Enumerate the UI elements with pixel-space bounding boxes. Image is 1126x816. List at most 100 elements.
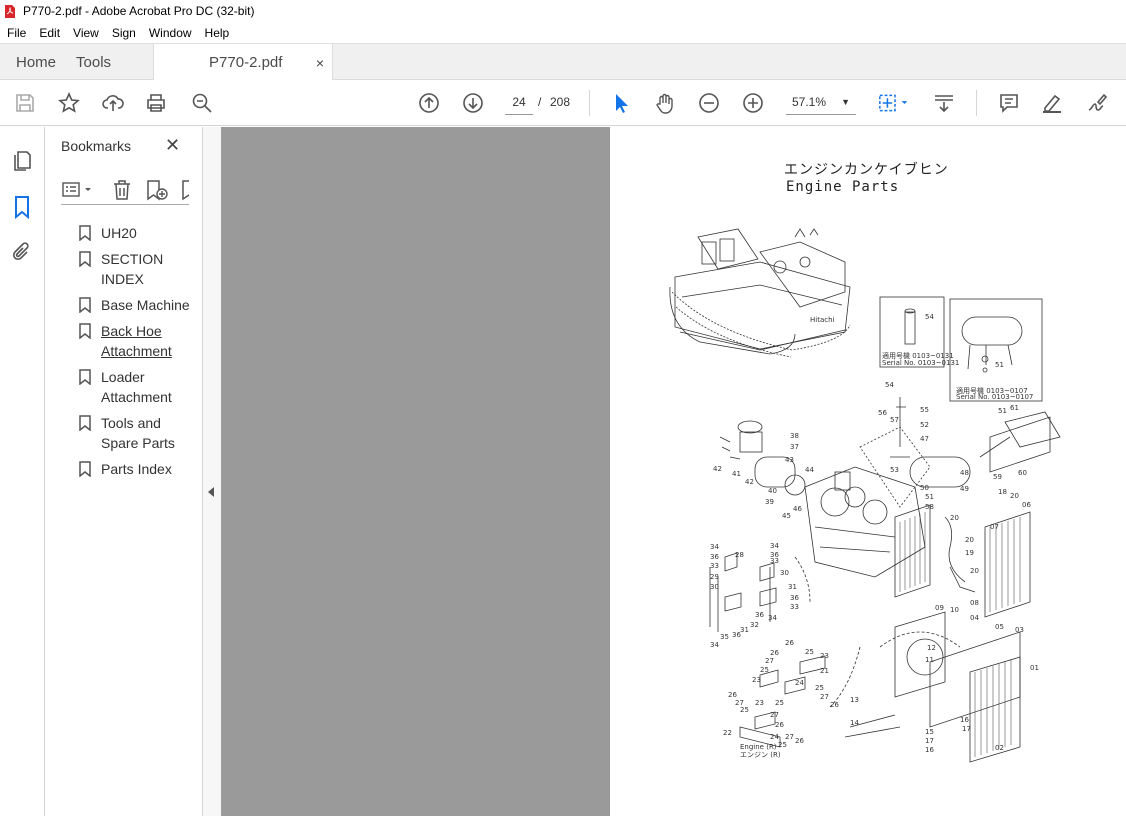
- svg-text:31: 31: [740, 626, 749, 634]
- tab-home[interactable]: Home: [0, 44, 72, 80]
- delete-bookmark-icon[interactable]: [111, 179, 133, 206]
- svg-text:61: 61: [1010, 404, 1019, 412]
- sign-icon[interactable]: [1085, 91, 1109, 115]
- svg-text:17: 17: [925, 737, 934, 745]
- svg-text:13: 13: [850, 696, 859, 704]
- svg-text:27: 27: [770, 711, 779, 719]
- svg-text:04: 04: [970, 614, 979, 622]
- svg-text:39: 39: [765, 498, 774, 506]
- svg-text:33: 33: [790, 603, 799, 611]
- svg-text:48: 48: [960, 469, 969, 477]
- machine-overview-drawing: Hitachi: [669, 228, 851, 358]
- svg-text:14: 14: [850, 719, 859, 727]
- highlight-icon[interactable]: [1040, 91, 1064, 115]
- bookmark-icon: [79, 297, 91, 314]
- select-cursor-icon[interactable]: [609, 91, 633, 115]
- svg-text:33: 33: [770, 557, 779, 565]
- fit-page-icon[interactable]: [876, 91, 914, 115]
- bookmark-label: Base Machine: [101, 297, 190, 313]
- menu-help[interactable]: Help: [198, 26, 236, 40]
- svg-text:33: 33: [710, 562, 719, 570]
- svg-text:26: 26: [795, 737, 804, 745]
- title-bar: P770-2.pdf - Adobe Acrobat Pro DC (32-bi…: [0, 0, 1126, 22]
- upload-icon[interactable]: [101, 91, 125, 115]
- svg-text:51: 51: [995, 361, 1004, 369]
- bookmark-item[interactable]: SECTION INDEX: [77, 249, 202, 289]
- save-icon[interactable]: [13, 91, 37, 115]
- bookmark-item[interactable]: Tools and Spare Parts: [77, 413, 202, 453]
- svg-text:02: 02: [995, 744, 1004, 752]
- menu-window[interactable]: Window: [142, 26, 198, 40]
- svg-text:01: 01: [1030, 664, 1039, 672]
- svg-text:25: 25: [740, 706, 749, 714]
- svg-text:19: 19: [965, 549, 974, 557]
- svg-text:10: 10: [950, 606, 959, 614]
- collapse-panel-icon[interactable]: [208, 487, 214, 497]
- prev-page-icon[interactable]: [417, 91, 441, 115]
- bookmark-item[interactable]: Loader Attachment: [77, 367, 202, 407]
- zoom-level-select[interactable]: 57.1% ▼: [786, 90, 856, 115]
- comment-icon[interactable]: [997, 91, 1021, 115]
- bookmark-label: Parts Index: [101, 461, 172, 477]
- svg-text:36: 36: [732, 631, 741, 639]
- bookmark-item[interactable]: UH20: [77, 223, 202, 243]
- star-icon[interactable]: [57, 91, 81, 115]
- svg-text:26: 26: [785, 639, 794, 647]
- svg-text:38: 38: [790, 432, 799, 440]
- toolbar-divider: [976, 90, 977, 116]
- svg-text:31: 31: [788, 583, 797, 591]
- page-number-input[interactable]: 24: [505, 90, 533, 115]
- svg-text:41: 41: [732, 470, 741, 478]
- svg-text:11: 11: [925, 656, 934, 664]
- close-panel-icon[interactable]: ✕: [165, 135, 180, 156]
- svg-text:51: 51: [998, 407, 1007, 415]
- svg-text:34: 34: [710, 641, 719, 649]
- expand-bookmark-icon[interactable]: [181, 179, 189, 206]
- menu-bar: File Edit View Sign Window Help: [0, 22, 1126, 43]
- svg-text:59: 59: [993, 473, 1002, 481]
- svg-text:25: 25: [775, 699, 784, 707]
- svg-text:20: 20: [950, 514, 959, 522]
- menu-view[interactable]: View: [66, 26, 105, 40]
- zoom-search-icon[interactable]: [190, 91, 214, 115]
- zoom-out-icon[interactable]: [697, 91, 721, 115]
- attachments-icon[interactable]: [10, 241, 34, 265]
- svg-text:27: 27: [785, 733, 794, 741]
- bookmark-label: SECTION INDEX: [101, 251, 164, 287]
- bookmarks-title: Bookmarks: [61, 138, 132, 154]
- bookmark-label: UH20: [101, 225, 137, 241]
- menu-sign[interactable]: Sign: [105, 26, 142, 40]
- bookmark-item[interactable]: Parts Index: [77, 459, 202, 479]
- svg-text:55: 55: [920, 406, 929, 414]
- document-viewport[interactable]: エンジンカンケイブヒン Engine Parts Hitachi 54 適用号機…: [221, 127, 1126, 816]
- svg-text:23: 23: [755, 699, 764, 707]
- bookmark-item[interactable]: Base Machine: [77, 295, 202, 315]
- close-tab-icon[interactable]: ×: [316, 55, 324, 71]
- bookmark-item[interactable]: Back Hoe Attachment: [77, 321, 202, 361]
- menu-edit[interactable]: Edit: [32, 26, 66, 40]
- print-icon[interactable]: [144, 91, 168, 115]
- new-bookmark-icon[interactable]: [145, 179, 171, 206]
- scroll-mode-icon[interactable]: [932, 91, 956, 115]
- hand-icon[interactable]: [653, 91, 677, 115]
- menu-file[interactable]: File: [0, 26, 32, 40]
- zoom-level-value: 57.1%: [792, 95, 827, 109]
- svg-text:46: 46: [793, 505, 802, 513]
- tab-document[interactable]: P770-2.pdf ×: [153, 44, 334, 81]
- svg-text:28: 28: [735, 551, 744, 559]
- page-thumbnails-icon[interactable]: [10, 149, 34, 173]
- bookmarks-toolbar: [61, 177, 189, 205]
- tab-tools[interactable]: Tools: [72, 44, 127, 80]
- next-page-icon[interactable]: [461, 91, 485, 115]
- svg-text:09: 09: [935, 604, 944, 612]
- svg-text:05: 05: [995, 623, 1004, 631]
- svg-text:40: 40: [768, 487, 777, 495]
- panel-splitter[interactable]: [202, 127, 221, 816]
- svg-text:27: 27: [765, 657, 774, 665]
- bookmark-options-icon[interactable]: [61, 179, 97, 206]
- svg-text:03: 03: [1015, 626, 1024, 634]
- svg-text:50: 50: [920, 484, 929, 492]
- zoom-in-icon[interactable]: [741, 91, 765, 115]
- bookmarks-rail-icon[interactable]: [10, 195, 34, 220]
- engine-parts-diagram: Hitachi 54 適用号機 0103~0131 Serial No. 010…: [669, 228, 1061, 763]
